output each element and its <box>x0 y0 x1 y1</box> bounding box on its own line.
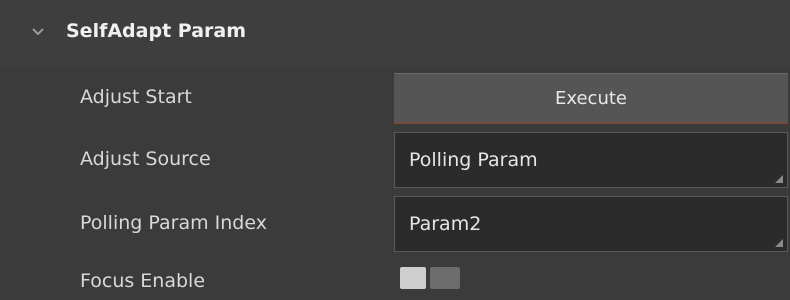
execute-button[interactable]: Execute <box>394 73 788 124</box>
dropdown-grip-icon <box>775 239 783 247</box>
toggle-track <box>430 267 460 289</box>
polling-param-index-combo[interactable]: Param2 <box>394 196 788 252</box>
adjust-source-label: Adjust Source <box>80 148 211 170</box>
adjust-source-value: Polling Param <box>409 149 538 171</box>
focus-enable-label: Focus Enable <box>80 270 206 292</box>
adjust-source-combo[interactable]: Polling Param <box>394 132 788 188</box>
focus-enable-toggle[interactable] <box>398 265 462 291</box>
section-header[interactable]: SelfAdapt Param <box>0 0 790 68</box>
polling-param-index-value: Param2 <box>409 213 482 235</box>
dropdown-grip-icon <box>775 175 783 183</box>
section-title: SelfAdapt Param <box>66 20 246 42</box>
selfadapt-param-panel: SelfAdapt Param Adjust Start Execute Adj… <box>0 0 790 300</box>
toggle-knob <box>400 267 426 289</box>
chevron-down-icon[interactable] <box>30 24 46 40</box>
polling-param-index-label: Polling Param Index <box>80 212 267 234</box>
adjust-start-label: Adjust Start <box>80 86 192 108</box>
